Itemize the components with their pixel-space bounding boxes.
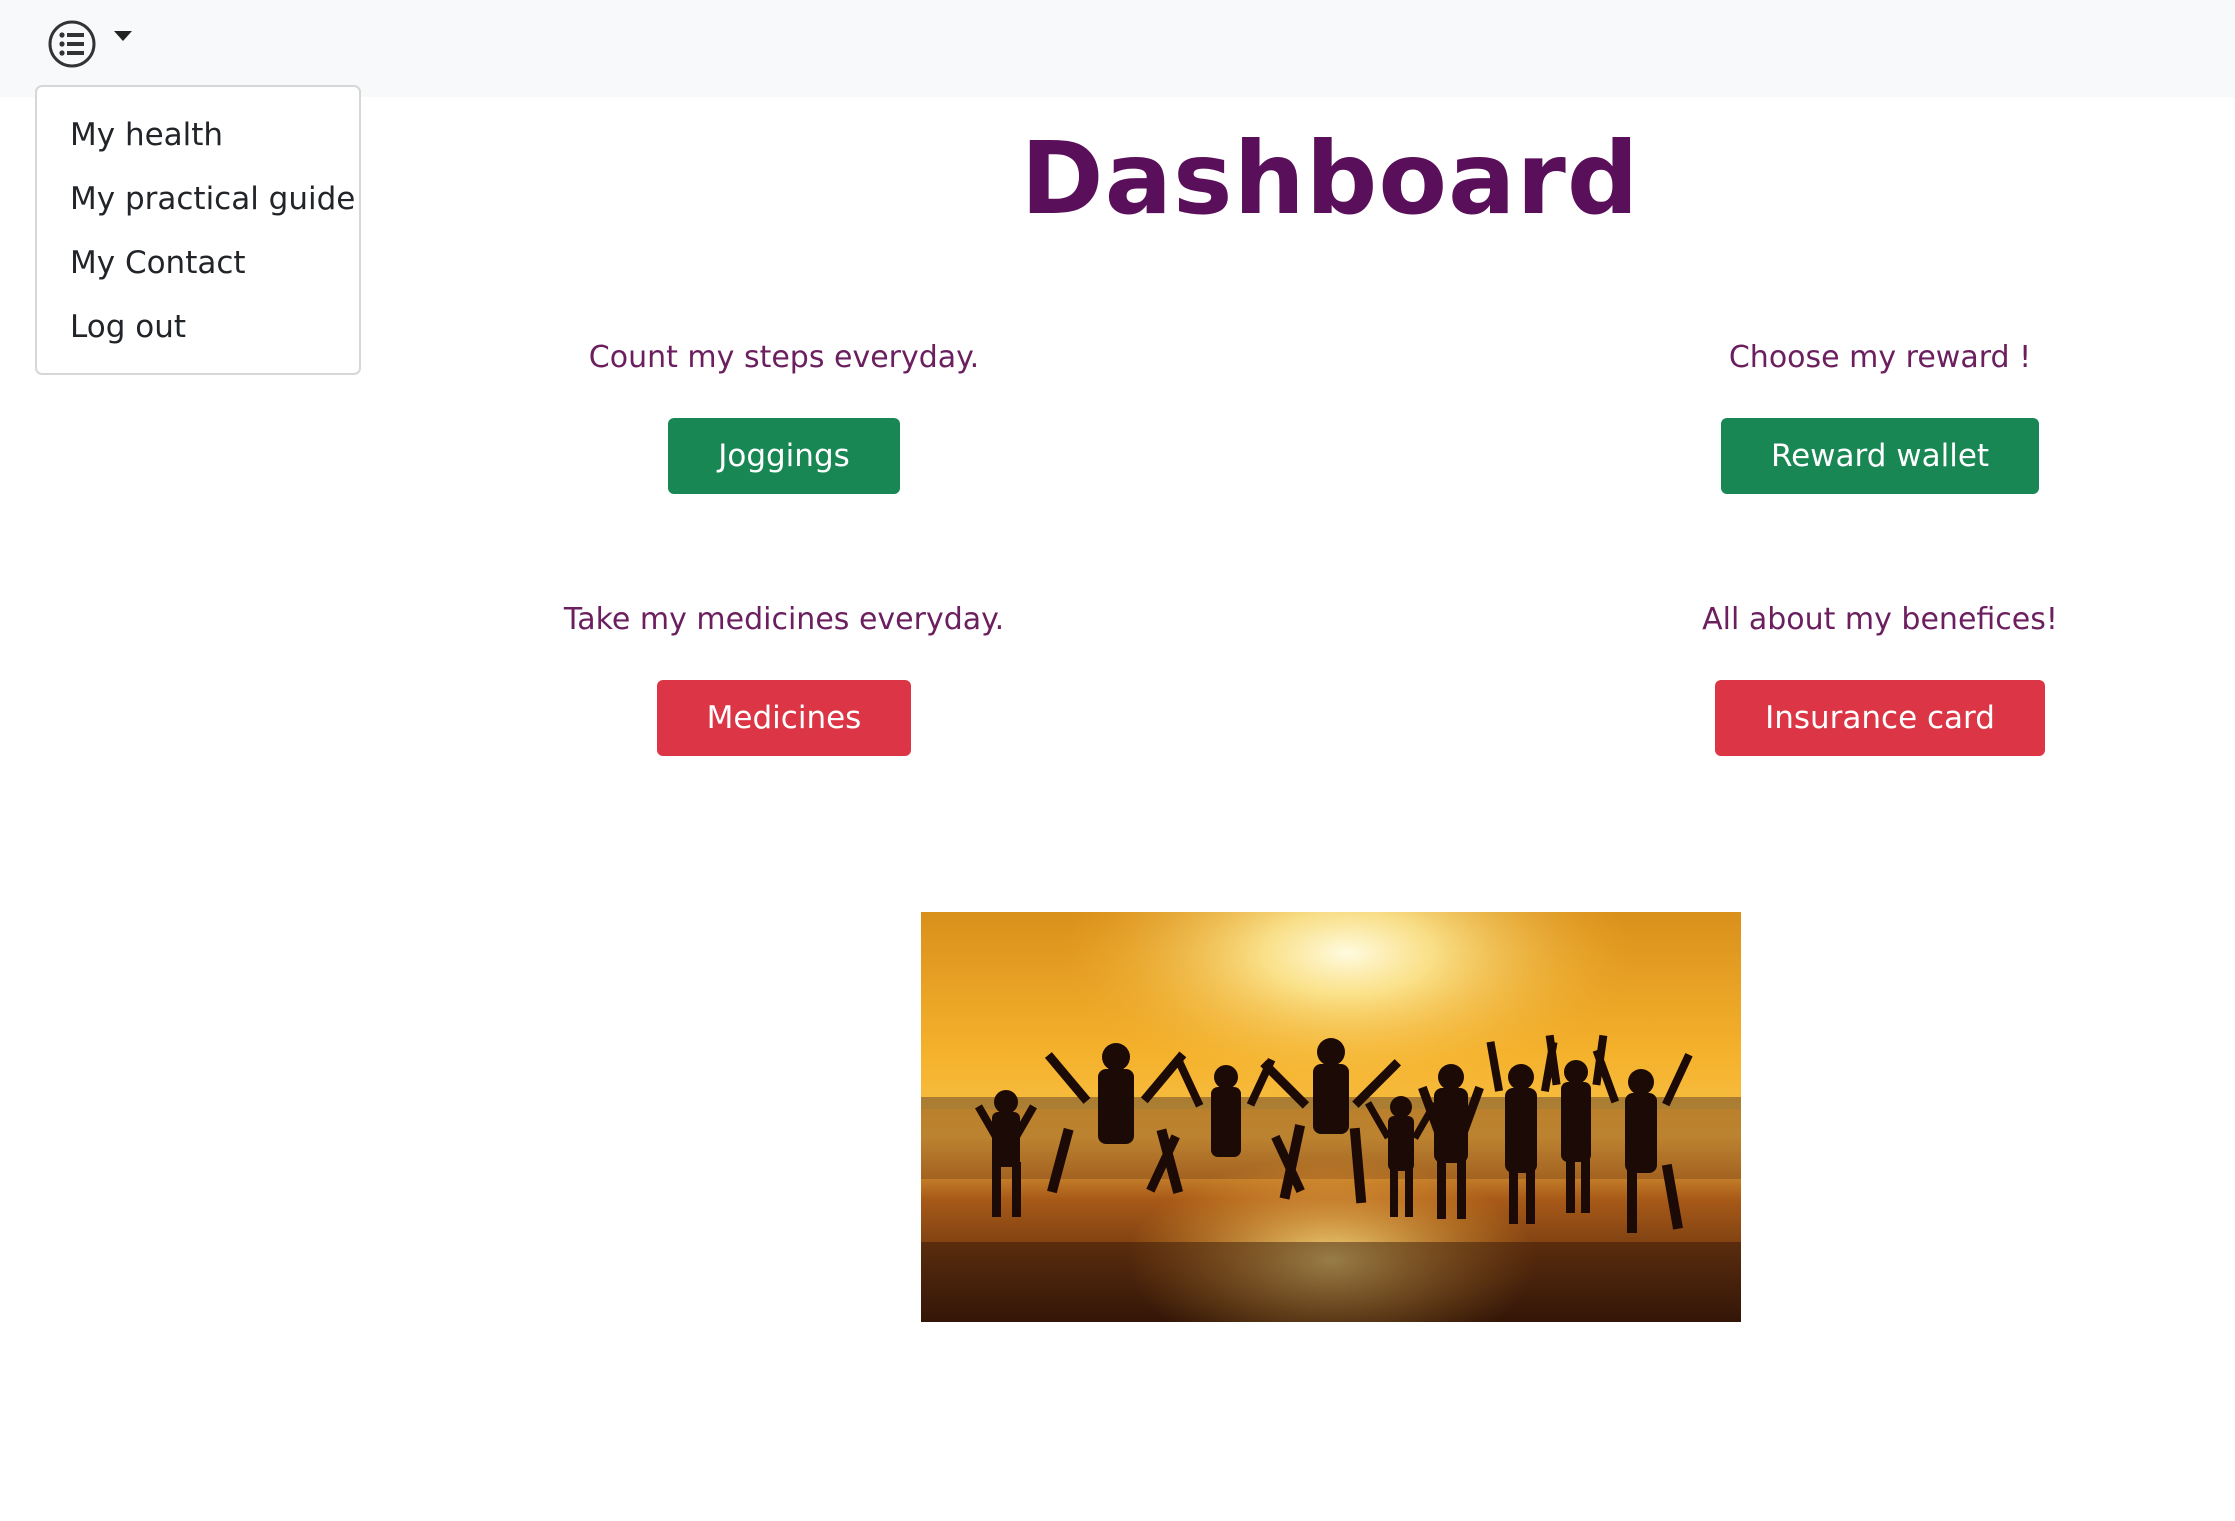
beach-sunset-photo — [921, 912, 1741, 1322]
caret-down-icon — [114, 31, 132, 41]
menu-item-log-out[interactable]: Log out — [37, 295, 359, 359]
reward-block: Choose my reward ! Reward wallet — [1616, 336, 2144, 494]
insurance-block: All about my benefices! Insurance card — [1616, 598, 2144, 756]
medicines-caption: Take my medicines everyday. — [563, 602, 1005, 637]
page-title: Dashboard — [1020, 120, 1640, 237]
list-icon — [48, 20, 96, 68]
medicines-block: Take my medicines everyday. Medicines — [520, 598, 1048, 756]
steps-caption: Count my steps everyday. — [588, 340, 980, 375]
steps-block: Count my steps everyday. Joggings — [520, 336, 1048, 494]
medicines-button[interactable]: Medicines — [656, 680, 912, 756]
reward-wallet-button[interactable]: Reward wallet — [1720, 418, 2040, 494]
insurance-caption: All about my benefices! — [1702, 602, 2058, 637]
menu-dropdown-toggle[interactable] — [46, 16, 146, 72]
joggings-button[interactable]: Joggings — [668, 418, 900, 494]
top-navbar — [0, 0, 2235, 97]
insurance-card-button[interactable]: Insurance card — [1715, 680, 2045, 756]
menu-item-my-contact[interactable]: My Contact — [37, 231, 359, 295]
reward-caption: Choose my reward ! — [1728, 340, 2032, 375]
